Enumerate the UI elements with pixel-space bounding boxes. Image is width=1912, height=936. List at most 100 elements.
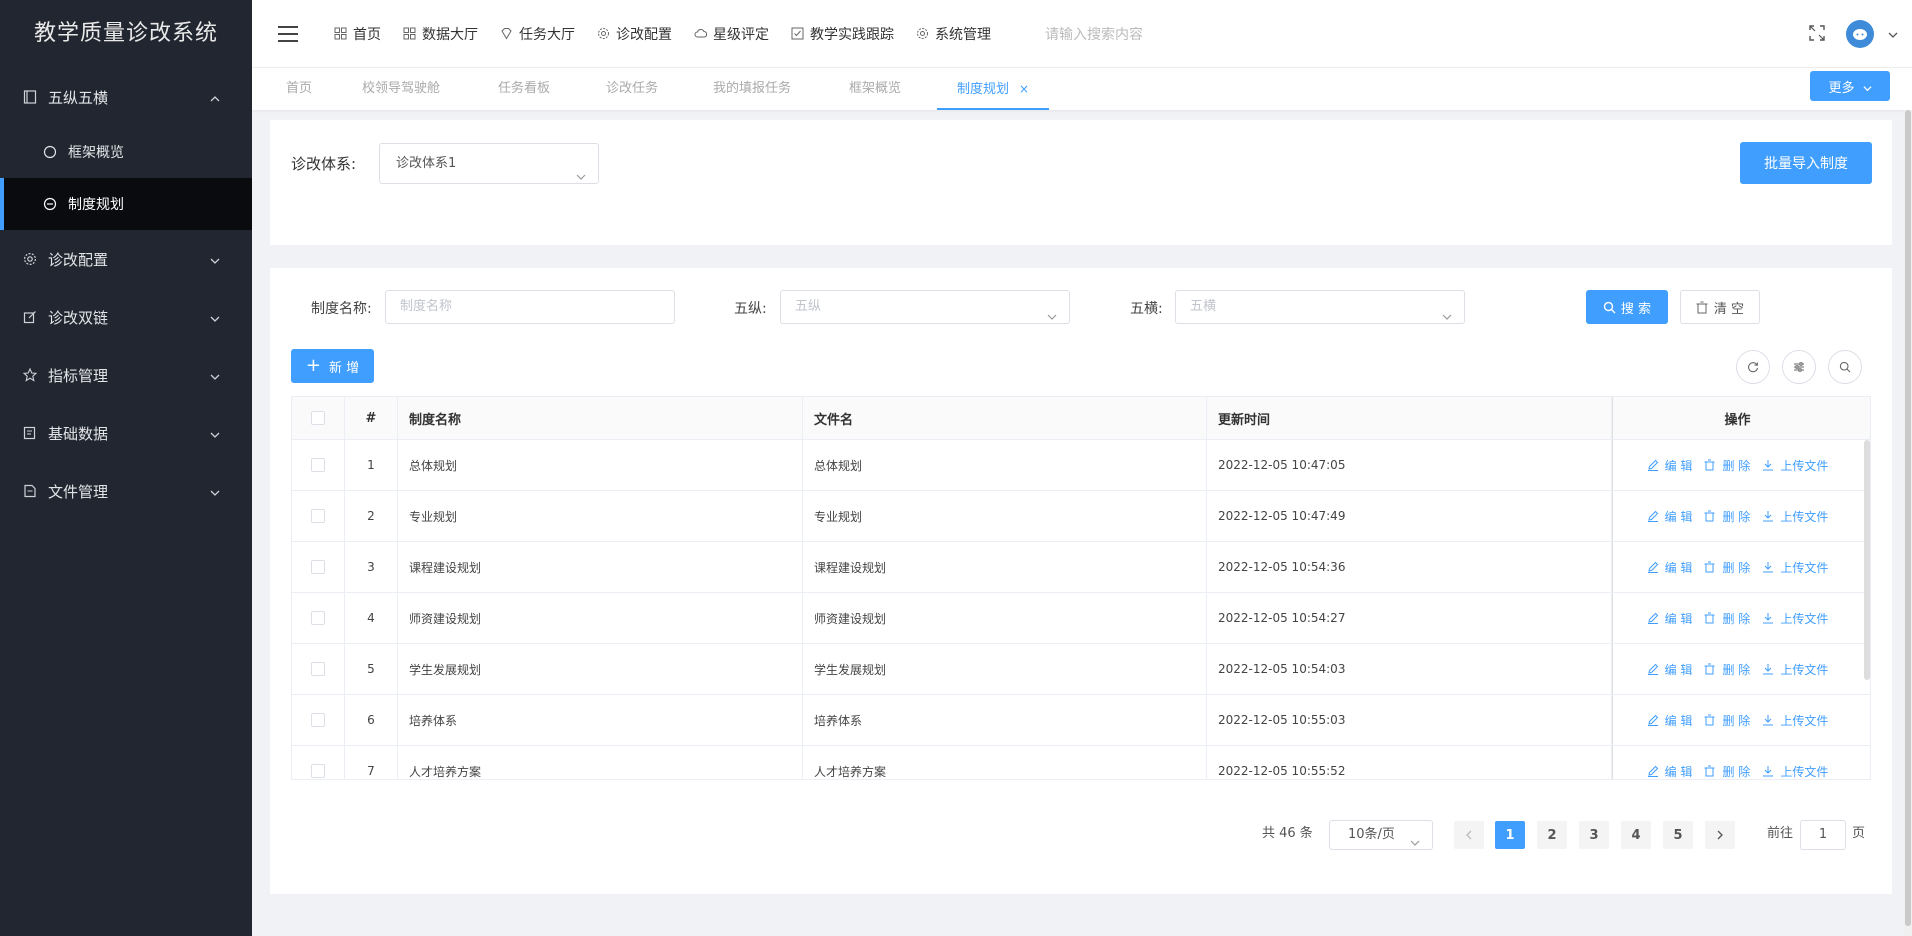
chevron-down-icon: [210, 426, 220, 438]
edit-button[interactable]: 编 辑: [1647, 763, 1692, 780]
sidebar-group-label: 指标管理: [48, 366, 109, 385]
delete-button[interactable]: 删 除: [1704, 457, 1750, 474]
checkbox-icon: [791, 27, 805, 41]
prev-page-button[interactable]: [1454, 821, 1484, 849]
tab-framework[interactable]: 框架概览: [849, 68, 901, 110]
row-checkbox[interactable]: [311, 713, 325, 727]
page-button-5[interactable]: 5: [1663, 821, 1693, 849]
nav-item-config[interactable]: 诊改配置: [597, 24, 672, 44]
edit-button[interactable]: 编 辑: [1647, 559, 1692, 576]
download-icon: [1762, 612, 1774, 624]
row-index: 7: [345, 746, 398, 779]
file-icon: [22, 483, 38, 499]
edit-button[interactable]: 编 辑: [1647, 457, 1692, 474]
goto-page-input[interactable]: 1: [1800, 820, 1846, 850]
column-settings-icon[interactable]: [1782, 350, 1816, 384]
page-button-2[interactable]: 2: [1537, 821, 1567, 849]
delete-button[interactable]: 删 除: [1704, 763, 1750, 780]
row-checkbox[interactable]: [311, 662, 325, 676]
data-table: # 制度名称 文件名 更新时间 操作 1 总体规划 总体规划 2022-12-05 1…: [291, 396, 1871, 780]
page-button-3[interactable]: 3: [1579, 821, 1609, 849]
tab-home[interactable]: 首页: [286, 68, 312, 110]
delete-button[interactable]: 删 除: [1704, 661, 1750, 678]
gear-icon: [597, 27, 611, 41]
system-select[interactable]: 诊改体系1: [379, 143, 599, 184]
batch-import-button[interactable]: 批量导入制度: [1740, 142, 1872, 184]
page-scrollbar-thumb[interactable]: [1905, 110, 1911, 926]
fullscreen-icon[interactable]: [1808, 24, 1826, 42]
close-icon[interactable]: ×: [1019, 82, 1029, 96]
nav-item-practice[interactable]: 教学实践跟踪: [791, 24, 894, 44]
delete-button[interactable]: 删 除: [1704, 712, 1750, 729]
nav-item-task-hall[interactable]: 任务大厅: [500, 24, 575, 44]
search-button[interactable]: 搜 索: [1586, 290, 1668, 324]
row-checkbox[interactable]: [311, 458, 325, 472]
nav-item-home[interactable]: 首页: [334, 24, 381, 44]
sidebar-group-shuanglian[interactable]: 诊改双链: [0, 288, 252, 346]
row-name: 学生发展规划: [398, 644, 803, 694]
row-name: 课程建设规划: [398, 542, 803, 592]
delete-label: 删 除: [1722, 509, 1751, 524]
nav-item-star-rating[interactable]: 星级评定: [694, 24, 769, 44]
edit-label: 编 辑: [1664, 509, 1693, 524]
row-checkbox[interactable]: [311, 560, 325, 574]
more-button[interactable]: 更多: [1810, 71, 1890, 101]
row-checkbox[interactable]: [311, 764, 325, 778]
download-icon: [1762, 663, 1774, 675]
upload-file-button[interactable]: 上传文件: [1762, 559, 1828, 576]
page-scrollbar[interactable]: [1904, 110, 1912, 936]
upload-file-button[interactable]: 上传文件: [1762, 508, 1828, 525]
tab-zhengai-tasks[interactable]: 诊改任务: [606, 68, 658, 110]
row-checkbox[interactable]: [311, 611, 325, 625]
table-scrollbar[interactable]: [1864, 440, 1870, 680]
page-button-1[interactable]: 1: [1495, 821, 1525, 849]
delete-button[interactable]: 删 除: [1704, 559, 1750, 576]
tab-my-tasks[interactable]: 我的填报任务: [713, 68, 791, 110]
select-all-checkbox[interactable]: [311, 411, 325, 425]
clear-button[interactable]: 清 空: [1680, 290, 1760, 324]
sidebar-group-zhibiao[interactable]: 指标管理: [0, 346, 252, 404]
upload-file-button[interactable]: 上传文件: [1762, 763, 1828, 780]
add-button[interactable]: + 新 增: [291, 349, 374, 383]
nav-item-data-hall[interactable]: 数据大厅: [403, 24, 478, 44]
sidebar-group-wenjian[interactable]: 文件管理: [0, 462, 252, 520]
download-icon: [1762, 510, 1774, 522]
sidebar-item-zhidu[interactable]: 制度规划: [0, 178, 252, 230]
tab-zhidu[interactable]: 制度规划 ×: [937, 68, 1050, 110]
sidebar-group-wuzong[interactable]: 五纵五横: [0, 68, 252, 126]
avatar[interactable]: [1846, 20, 1874, 48]
refresh-icon[interactable]: [1736, 350, 1770, 384]
search-toggle-icon[interactable]: [1828, 350, 1862, 384]
nav-label: 星级评定: [713, 27, 769, 43]
delete-button[interactable]: 删 除: [1704, 610, 1750, 627]
page-button-4[interactable]: 4: [1621, 821, 1651, 849]
chevron-down-icon[interactable]: [1888, 28, 1898, 38]
edit-button[interactable]: 编 辑: [1647, 610, 1692, 627]
edit-button[interactable]: 编 辑: [1647, 661, 1692, 678]
upload-file-button[interactable]: 上传文件: [1762, 610, 1828, 627]
row-name: 专业规划: [398, 491, 803, 541]
upload-file-button[interactable]: 上传文件: [1762, 661, 1828, 678]
heng-filter-select[interactable]: 五横: [1175, 290, 1465, 324]
row-ops: 编 辑 删 除 上传文件: [1612, 542, 1862, 592]
hamburger-menu-icon[interactable]: [278, 26, 298, 42]
book-icon: [22, 89, 38, 105]
global-search-input[interactable]: 请输入搜索内容: [1045, 24, 1143, 44]
nav-item-system[interactable]: 系统管理: [916, 24, 991, 44]
next-page-button[interactable]: [1705, 821, 1735, 849]
edit-button[interactable]: 编 辑: [1647, 712, 1692, 729]
upload-file-button[interactable]: 上传文件: [1762, 457, 1828, 474]
tab-task-board[interactable]: 任务看板: [498, 68, 550, 110]
name-filter-input[interactable]: 制度名称: [385, 290, 675, 324]
sidebar-group-zhengai-config[interactable]: 诊改配置: [0, 230, 252, 288]
edit-button[interactable]: 编 辑: [1647, 508, 1693, 525]
tab-dashboard[interactable]: 校领导驾驶舱: [362, 68, 440, 110]
nav-label: 教学实践跟踪: [810, 27, 894, 43]
delete-button[interactable]: 删 除: [1704, 508, 1750, 525]
upload-file-button[interactable]: 上传文件: [1762, 712, 1828, 729]
sidebar-item-kuangjia[interactable]: 框架概览: [0, 126, 252, 178]
page-size-select[interactable]: 10条/页: [1329, 820, 1433, 850]
sidebar-group-jichu[interactable]: 基础数据: [0, 404, 252, 462]
zong-filter-select[interactable]: 五纵: [780, 290, 1070, 324]
row-checkbox[interactable]: [311, 509, 325, 523]
